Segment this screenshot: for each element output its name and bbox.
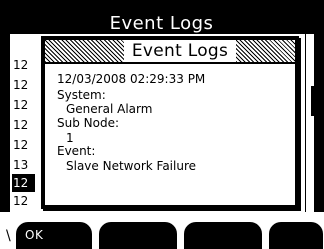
list-item[interactable]: 12 [12,76,35,94]
list-item[interactable]: 12 [12,96,35,114]
list-item[interactable]: 12 [12,116,35,134]
list-scrollbar[interactable] [305,34,314,212]
background-window-title: Event Logs [109,13,214,34]
event-value: Slave Network Failure [66,159,197,173]
dialog-body: 12/03/2008 02:29:33 PM System: General A… [45,64,295,205]
ok-softkey-label: OK [25,228,44,242]
softkey-2[interactable] [99,222,177,249]
list-item[interactable]: 13 [12,156,35,174]
screen-bezel-left [0,0,10,212]
event-detail-dialog: Event Logs 12/03/2008 02:29:33 PM System… [41,36,299,209]
subnode-label: Sub Node: [57,116,120,130]
softkey-bar: OK [0,215,324,249]
event-timestamp: 12/03/2008 02:29:33 PM [57,72,206,86]
event-label: Event: [57,144,96,158]
subnode-value: 1 [66,131,74,145]
list-item[interactable]: 12 [12,192,35,210]
list-scrollbar-thumb[interactable] [311,86,318,116]
device-screen: Event Logs 12 12 12 12 12 13 12 12 Event… [0,0,324,249]
system-label: System: [57,88,106,102]
list-item[interactable]: 12 [12,136,35,154]
dialog-titlebar: Event Logs [45,40,295,62]
softkey-3[interactable] [184,222,262,249]
system-value: General Alarm [66,102,153,116]
dialog-title: Event Logs [124,40,236,62]
list-item-selected[interactable]: 12 [12,174,35,192]
softkey-4[interactable] [269,222,323,249]
ok-softkey[interactable]: OK [16,222,92,249]
list-item[interactable]: 12 [12,56,35,74]
